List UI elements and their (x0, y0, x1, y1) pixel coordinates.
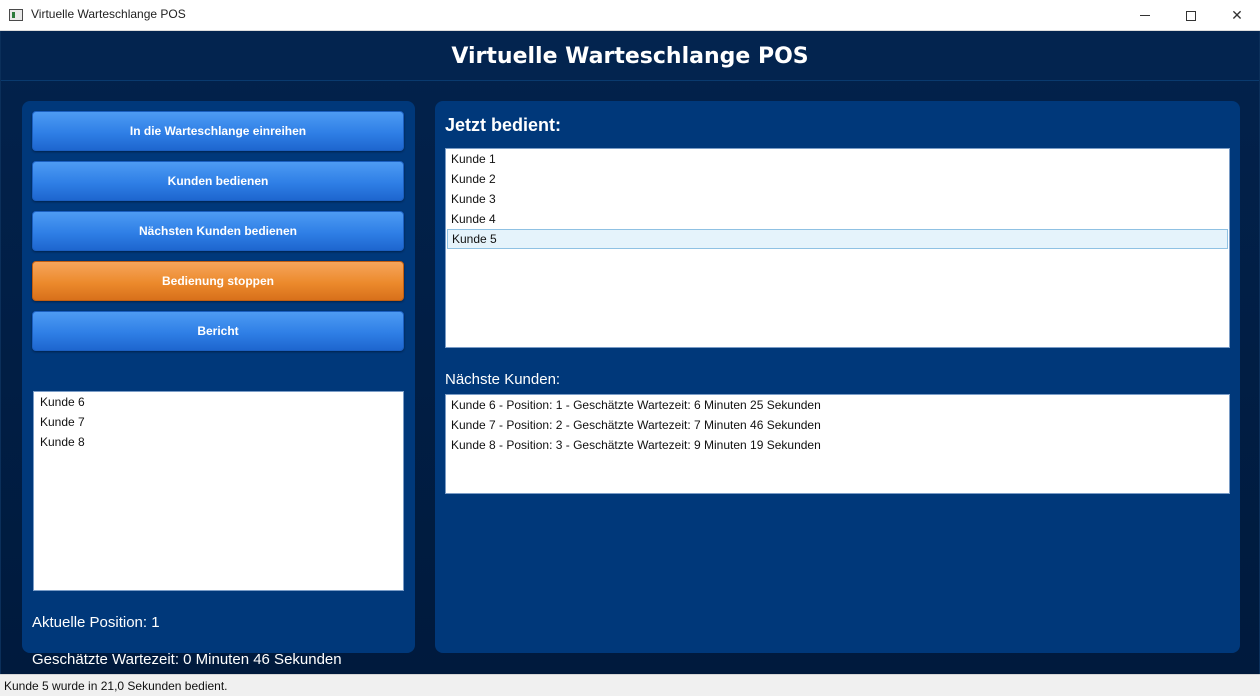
app-body: Virtuelle Warteschlange POS In die Warte… (0, 31, 1260, 674)
stop-serving-button[interactable]: Bedienung stoppen (32, 261, 404, 301)
minimize-button[interactable] (1122, 0, 1168, 31)
current-position-text: Aktuelle Position: 1 (32, 614, 160, 631)
list-item[interactable]: Kunde 7 (34, 412, 403, 432)
page-title: Virtuelle Warteschlange POS (451, 44, 809, 69)
list-item[interactable]: Kunde 6 - Position: 1 - Geschätzte Warte… (446, 395, 1229, 415)
served-list[interactable]: Kunde 1 Kunde 2 Kunde 3 Kunde 4 Kunde 5 (445, 148, 1230, 348)
list-item-selected[interactable]: Kunde 5 (447, 229, 1228, 249)
app-header: Virtuelle Warteschlange POS (1, 31, 1259, 81)
window-titlebar: Virtuelle Warteschlange POS ✕ (0, 0, 1260, 31)
serve-customer-button[interactable]: Kunden bedienen (32, 161, 404, 201)
estimated-wait-text: Geschätzte Wartezeit: 0 Minuten 46 Sekun… (32, 651, 342, 668)
queue-list[interactable]: Kunde 6 Kunde 7 Kunde 8 (33, 391, 404, 591)
maximize-icon (1186, 10, 1196, 21)
list-item[interactable]: Kunde 4 (446, 209, 1229, 229)
next-customers-list[interactable]: Kunde 6 - Position: 1 - Geschätzte Warte… (445, 394, 1230, 494)
minimize-icon (1140, 15, 1150, 16)
right-panel: Jetzt bedient: Kunde 1 Kunde 2 Kunde 3 K… (435, 101, 1240, 653)
status-bar: Kunde 5 wurde in 21,0 Sekunden bedient. (0, 674, 1260, 696)
list-item[interactable]: Kunde 8 - Position: 3 - Geschätzte Warte… (446, 435, 1229, 455)
left-panel: In die Warteschlange einreihen Kunden be… (22, 101, 415, 668)
status-text: Kunde 5 wurde in 21,0 Sekunden bedient. (4, 679, 228, 693)
list-item[interactable]: Kunde 1 (446, 149, 1229, 169)
list-item[interactable]: Kunde 3 (446, 189, 1229, 209)
list-item[interactable]: Kunde 7 - Position: 2 - Geschätzte Warte… (446, 415, 1229, 435)
next-customers-label: Nächste Kunden: (445, 371, 561, 388)
app-icon (9, 9, 23, 21)
list-item[interactable]: Kunde 8 (34, 432, 403, 452)
maximize-button[interactable] (1168, 0, 1214, 31)
enqueue-button[interactable]: In die Warteschlange einreihen (32, 111, 404, 151)
serve-next-customer-button[interactable]: Nächsten Kunden bedienen (32, 211, 404, 251)
window-title: Virtuelle Warteschlange POS (31, 7, 186, 21)
close-button[interactable]: ✕ (1214, 0, 1260, 31)
served-title: Jetzt bedient: (445, 115, 562, 135)
list-item[interactable]: Kunde 2 (446, 169, 1229, 189)
close-icon: ✕ (1231, 7, 1243, 24)
list-item[interactable]: Kunde 6 (34, 392, 403, 412)
report-button[interactable]: Bericht (32, 311, 404, 351)
